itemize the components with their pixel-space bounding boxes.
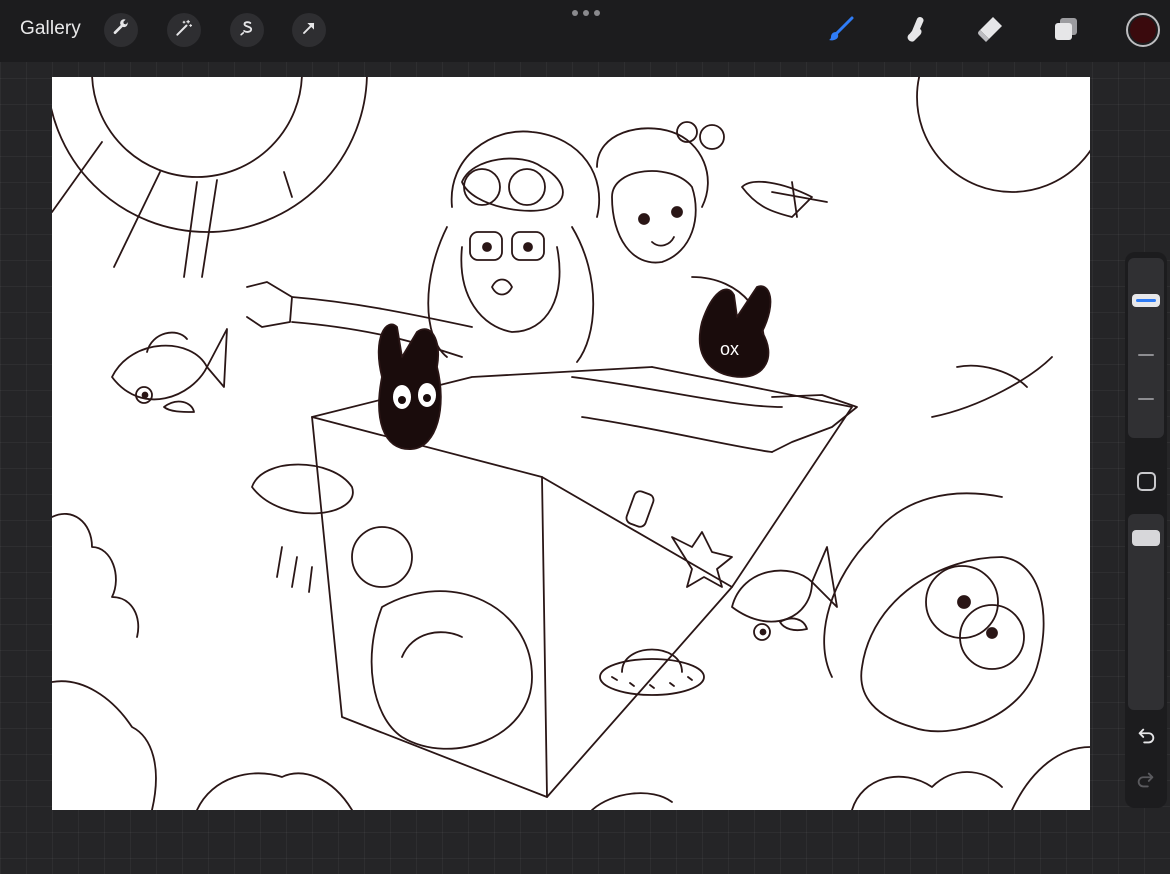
brush-tool[interactable] bbox=[824, 14, 858, 48]
layers-icon bbox=[1051, 14, 1081, 49]
layers-tool[interactable] bbox=[1049, 14, 1083, 48]
svg-text:ox: ox bbox=[720, 339, 739, 359]
line-art-drawing: ox bbox=[52, 77, 1090, 810]
wrench-icon bbox=[111, 18, 131, 43]
procreate-app: Gallery ox bbox=[0, 0, 1170, 874]
color-picker-button[interactable] bbox=[1126, 13, 1160, 47]
smudge-finger-icon bbox=[900, 14, 930, 49]
undo-icon bbox=[1135, 725, 1157, 752]
redo-icon bbox=[1135, 769, 1157, 796]
black-bunny-left bbox=[377, 323, 442, 450]
fish-left bbox=[111, 328, 228, 413]
planet-top-right bbox=[916, 77, 1090, 193]
drawing-canvas[interactable]: ox bbox=[52, 77, 1090, 810]
gallery-button[interactable]: Gallery bbox=[20, 18, 81, 40]
brush-icon bbox=[826, 14, 856, 49]
eraser-icon bbox=[975, 14, 1005, 49]
ufo bbox=[599, 648, 705, 696]
fish-right bbox=[731, 546, 838, 641]
clouds-bottom bbox=[52, 512, 1090, 810]
brush-size-slider[interactable] bbox=[1128, 258, 1164, 438]
eyed-blob-right bbox=[823, 356, 1053, 733]
selection-button[interactable] bbox=[230, 13, 264, 47]
opacity-thumb[interactable] bbox=[1132, 530, 1160, 546]
adjustments-button[interactable] bbox=[167, 13, 201, 47]
opacity-slider[interactable] bbox=[1128, 514, 1164, 710]
magic-wand-icon bbox=[174, 18, 194, 43]
current-color-swatch bbox=[1130, 17, 1156, 43]
undo-button[interactable] bbox=[1134, 726, 1158, 750]
ellipsis-icon[interactable] bbox=[572, 10, 600, 20]
smudge-tool[interactable] bbox=[898, 14, 932, 48]
actions-button[interactable] bbox=[104, 13, 138, 47]
cardboard-box-ship bbox=[251, 366, 853, 798]
slider-tick bbox=[1138, 398, 1154, 400]
black-bunny-right: ox bbox=[699, 285, 772, 378]
slider-tick bbox=[1138, 354, 1154, 356]
brush-size-thumb[interactable] bbox=[1132, 294, 1160, 307]
transform-button[interactable] bbox=[292, 13, 326, 47]
eraser-tool[interactable] bbox=[973, 14, 1007, 48]
redo-button[interactable] bbox=[1134, 770, 1158, 794]
selection-s-icon bbox=[237, 18, 257, 43]
side-toolbar bbox=[1125, 252, 1167, 808]
arrow-cursor-icon bbox=[299, 18, 319, 43]
planet-top-left bbox=[52, 77, 368, 278]
square-modifier-icon[interactable] bbox=[1137, 472, 1156, 491]
top-toolbar: Gallery bbox=[0, 0, 1170, 62]
